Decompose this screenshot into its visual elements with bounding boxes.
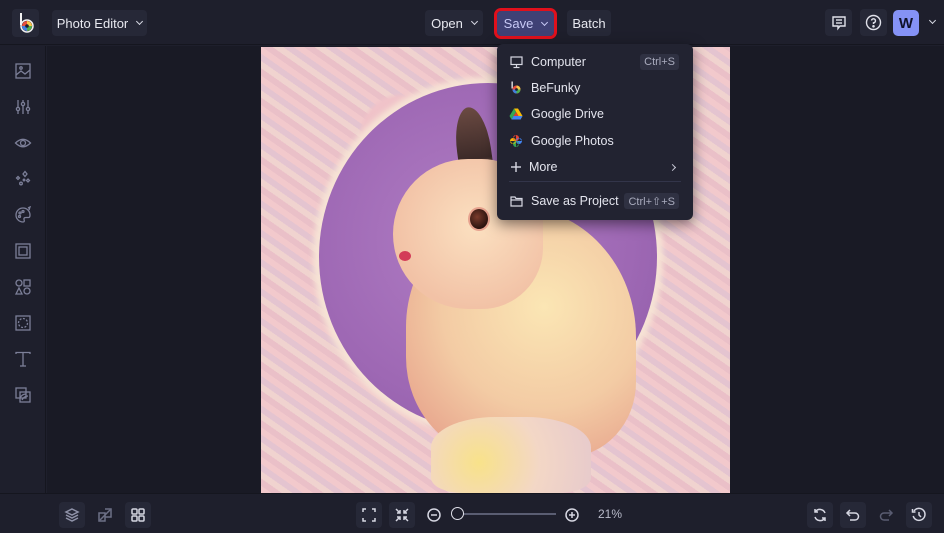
shortcut-badge: Ctrl+S [640,54,679,70]
sidebar-item-frames[interactable] [13,241,33,261]
user-avatar[interactable]: W [893,10,919,36]
top-bar: Photo Editor Open Save Batch W [0,0,944,45]
menu-item-label: Google Drive [531,107,604,121]
sidebar-item-edit[interactable] [13,97,33,117]
image-icon [15,63,31,79]
chevron-down-icon [470,17,478,26]
menu-item-google-drive[interactable]: Google Drive [497,102,693,126]
menu-item-label: BeFunky [531,81,581,95]
palette-icon [15,206,32,223]
sidebar-item-text[interactable] [13,349,33,369]
sidebar-item-graphics[interactable] [13,277,33,297]
help-button[interactable] [860,9,887,36]
menu-item-label: Google Photos [531,134,614,148]
frame-icon [15,243,31,259]
shortcut-badge: Ctrl+⇧+S [624,193,679,209]
history-icon [911,507,926,522]
undo-icon [845,509,860,521]
layers-button[interactable] [59,502,85,528]
chevron-right-icon [668,163,677,171]
fit-to-screen-button[interactable] [356,502,382,528]
reset-button[interactable] [807,502,833,528]
plus-icon [509,160,523,174]
menu-item-label: More [529,160,558,174]
account-chevron-icon[interactable] [928,16,937,25]
save-label: Save [503,16,534,31]
befunky-logo-button[interactable] [12,9,39,37]
redo-button[interactable] [873,502,899,528]
menu-item-befunky[interactable]: BeFunky [497,76,693,100]
layers-icon [64,508,80,522]
overlay-icon [15,315,31,331]
menu-item-save-as-project[interactable]: Save as Project Ctrl+⇧+S [497,189,693,213]
sidebar-item-image-manager[interactable] [13,61,33,81]
google-photos-icon [509,134,523,148]
help-icon [865,14,882,31]
fullscreen-icon [362,508,376,522]
actual-size-button[interactable] [389,502,415,528]
photo-editor-dropdown[interactable]: Photo Editor [52,10,147,36]
chevron-down-icon [136,17,144,26]
comments-button[interactable] [825,9,852,36]
zoom-out-button[interactable] [421,502,447,528]
batch-label: Batch [572,15,606,31]
photo-editor-label: Photo Editor [56,15,129,31]
avatar-initial: W [898,14,914,32]
bunny-eye [468,207,490,231]
google-drive-icon [509,107,523,121]
zoom-percentage: 21% [598,507,623,521]
grid-view-button[interactable] [125,502,151,528]
sidebar-item-touch-up[interactable] [13,133,33,153]
bunny-nose [399,251,411,261]
shapes-icon [14,279,31,295]
menu-item-label: Save as Project [531,194,619,208]
monitor-icon [509,55,523,69]
open-button[interactable]: Open [425,10,483,36]
chevron-down-icon [541,18,549,26]
compare-icon [98,508,112,522]
shrink-icon [395,508,409,522]
menu-item-computer[interactable]: Computer Ctrl+S [497,50,693,74]
menu-item-label: Computer [531,55,586,69]
zoom-in-button[interactable] [559,502,585,528]
redo-icon [879,509,894,521]
sidebar-item-artsy[interactable] [13,205,33,225]
zoom-out-icon [427,508,441,522]
befunky-logo-icon [19,13,34,33]
open-label: Open [431,15,463,31]
save-dropdown-menu: Computer Ctrl+S BeFunky Google Drive Goo… [497,44,693,220]
grid-icon [131,508,145,522]
tool-sidebar [0,46,46,493]
zoom-in-icon [565,508,579,522]
befunky-logo-icon [509,81,523,95]
eye-icon [14,138,32,148]
folder-icon [509,194,523,208]
menu-divider [509,181,681,182]
sidebar-item-textures[interactable] [13,385,33,405]
sparkles-icon [15,170,31,186]
zoom-slider[interactable] [452,513,556,515]
sidebar-item-effects[interactable] [13,169,33,189]
texture-icon [15,387,31,403]
sliders-icon [15,100,31,114]
undo-button[interactable] [840,502,866,528]
menu-item-google-photos[interactable]: Google Photos [497,129,693,153]
sidebar-item-overlays[interactable] [13,313,33,333]
menu-item-more[interactable]: More [497,155,693,179]
comment-icon [831,15,846,30]
compare-button[interactable] [92,502,118,528]
save-button[interactable]: Save [494,8,557,39]
batch-button[interactable]: Batch [567,10,611,36]
text-icon [15,351,31,367]
bunny-paws [431,417,591,493]
refresh-icon [814,508,826,522]
history-button[interactable] [906,502,932,528]
